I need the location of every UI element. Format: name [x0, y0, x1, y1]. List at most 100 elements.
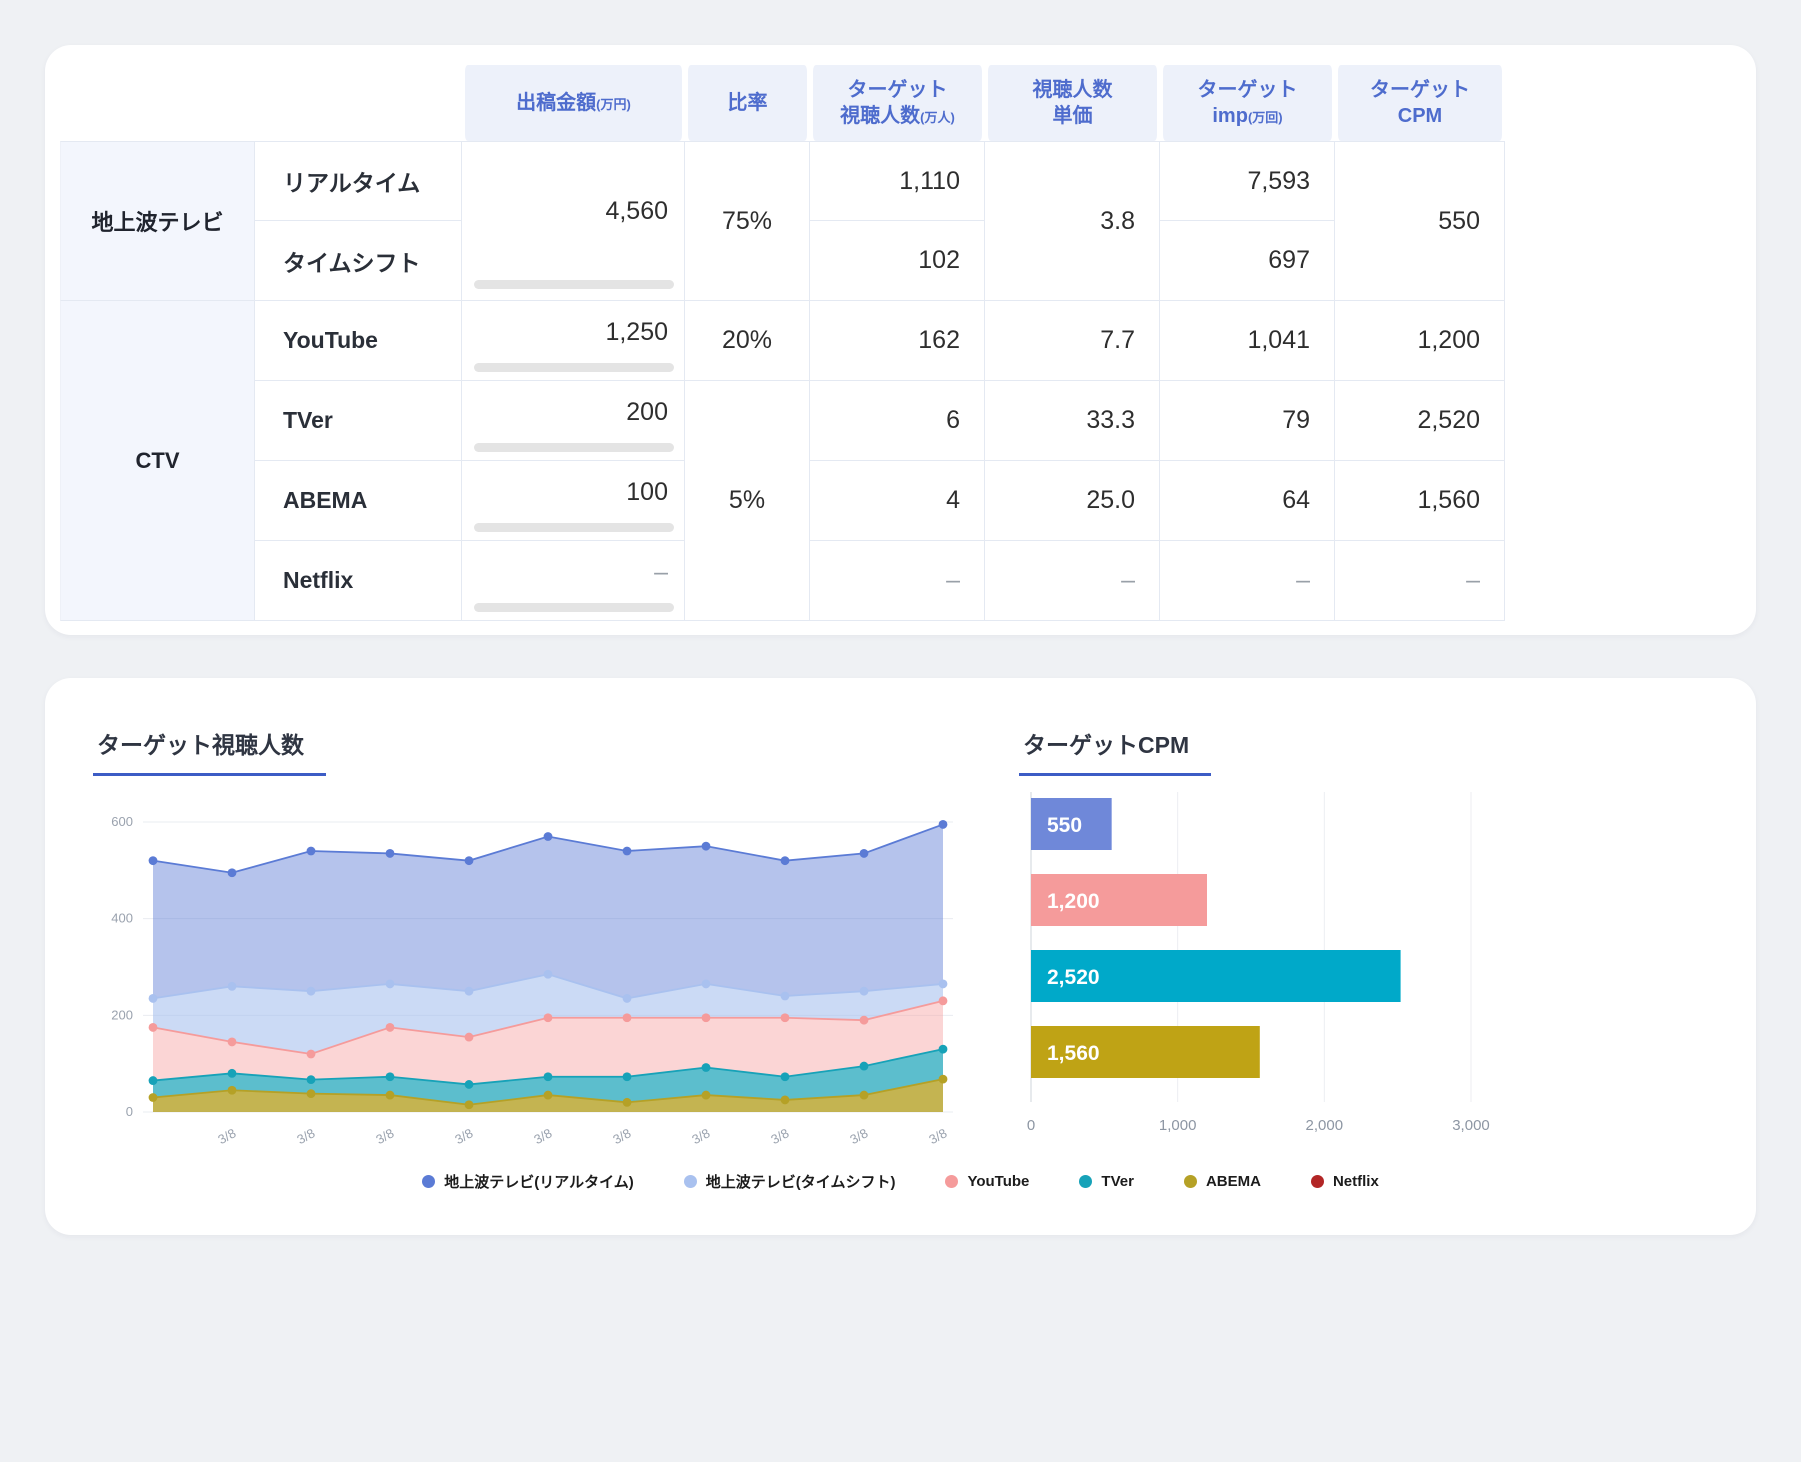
cell-ratio: 20% — [685, 301, 810, 381]
target-cpm-bar-chart[interactable]: 01,0002,0003,0005501,2002,5201,560 — [1019, 784, 1491, 1161]
cell-viewers: 6 — [810, 381, 985, 461]
col-header-target-viewers: ターゲット 視聴人数(万人) — [810, 65, 985, 141]
target-viewers-chart-column: ターゲット視聴人数 0 200 400 600 3/8 3/8 3/8 3/8 3/8 3/8 3/… — [93, 726, 963, 1161]
svg-text:200: 200 — [111, 1007, 133, 1022]
cell-viewers: 4 — [810, 461, 985, 541]
table-header-row: 出稿金額(万円) 比率 ターゲット 視聴人数(万人) 視聴人数 単価 ターゲット — [60, 65, 1505, 141]
amount-progress-track — [474, 280, 674, 289]
cell-imp: – — [1160, 541, 1335, 621]
legend-dot-icon — [1311, 1175, 1324, 1188]
area-chart-title: ターゲット視聴人数 — [97, 732, 304, 758]
svg-text:0: 0 — [1027, 1117, 1035, 1134]
row-label-timeshift: タイムシフト — [255, 221, 462, 301]
row-label-youtube: YouTube — [255, 301, 462, 381]
row-label-abema: ABEMA — [255, 461, 462, 541]
table-row: TVer 200 5% 6 33.3 79 2,520 — [60, 381, 1505, 461]
row-group-ctv: CTV — [60, 301, 255, 621]
svg-text:0: 0 — [126, 1104, 133, 1119]
charts-row: ターゲット視聴人数 0 200 400 600 3/8 3/8 3/8 3/8 3/8 3/8 3/… — [93, 726, 1708, 1161]
cell-cpm: 550 — [1335, 141, 1505, 301]
row-label-tver: TVer — [255, 381, 462, 461]
legend-dot-icon — [422, 1175, 435, 1188]
cell-cpm: – — [1335, 541, 1505, 621]
svg-text:1,200: 1,200 — [1047, 890, 1100, 913]
legend-label: ABEMA — [1206, 1173, 1261, 1190]
area-chart-title-underline: ターゲット視聴人数 — [93, 726, 326, 776]
amount-progress-track — [474, 363, 674, 372]
legend-dot-icon — [684, 1175, 697, 1188]
legend-item[interactable]: 地上波テレビ(タイムシフト) — [684, 1171, 896, 1192]
amount-cell: – — [462, 541, 685, 621]
legend-label: 地上波テレビ(リアルタイム) — [444, 1171, 634, 1192]
amount-value: 4,560 — [478, 197, 668, 226]
svg-text:3/8: 3/8 — [926, 1125, 949, 1147]
media-plan-card: 出稿金額(万円) 比率 ターゲット 視聴人数(万人) 視聴人数 単価 ターゲット — [45, 45, 1756, 635]
svg-text:3/8: 3/8 — [689, 1125, 712, 1147]
cell-cpm: 2,520 — [1335, 381, 1505, 461]
legend-dot-icon — [1184, 1175, 1197, 1188]
col-header-ratio: 比率 — [685, 65, 810, 141]
charts-card: ターゲット視聴人数 0 200 400 600 3/8 3/8 3/8 3/8 3/8 3/8 3/… — [45, 678, 1756, 1235]
svg-text:2,520: 2,520 — [1047, 966, 1100, 989]
cell-unit-price: – — [985, 541, 1160, 621]
bar-chart-title-underline: ターゲットCPM — [1019, 726, 1211, 776]
svg-text:3/8: 3/8 — [452, 1125, 475, 1147]
amount-value: 1,250 — [478, 318, 668, 347]
target-cpm-chart-column: ターゲットCPM 01,0002,0003,0005501,2002,5201,… — [1019, 726, 1491, 1161]
row-label-realtime: リアルタイム — [255, 141, 462, 221]
col-header-amount-label: 出稿金額 — [516, 92, 596, 114]
legend-label: YouTube — [967, 1173, 1029, 1190]
media-plan-table: 出稿金額(万円) 比率 ターゲット 視聴人数(万人) 視聴人数 単価 ターゲット — [60, 65, 1505, 621]
legend-item[interactable]: TVer — [1079, 1173, 1134, 1190]
legend-item[interactable]: ABEMA — [1184, 1173, 1261, 1190]
svg-text:3,000: 3,000 — [1452, 1117, 1490, 1134]
amount-value: – — [478, 558, 668, 587]
col-header-amount: 出稿金額(万円) — [462, 65, 685, 141]
amount-cell: 100 — [462, 461, 685, 541]
cell-imp: 1,041 — [1160, 301, 1335, 381]
svg-text:3/8: 3/8 — [768, 1125, 791, 1147]
cell-imp: 64 — [1160, 461, 1335, 541]
svg-text:3/8: 3/8 — [610, 1125, 633, 1147]
chart-legend: 地上波テレビ(リアルタイム) 地上波テレビ(タイムシフト) YouTube TVer A… — [93, 1171, 1708, 1192]
cell-imp: 7,593 — [1160, 141, 1335, 221]
table-row: 地上波テレビ リアルタイム 4,560 75% 1,110 3.8 7,593 … — [60, 141, 1505, 221]
legend-item[interactable]: 地上波テレビ(リアルタイム) — [422, 1171, 634, 1192]
legend-label: TVer — [1101, 1173, 1134, 1190]
svg-text:2,000: 2,000 — [1306, 1117, 1344, 1134]
col-header-amount-unit: (万円) — [596, 97, 631, 112]
cell-viewers: 162 — [810, 301, 985, 381]
target-viewers-area-chart[interactable]: 02004006003/83/83/83/83/83/83/83/83/83/8 — [93, 784, 963, 1161]
svg-text:600: 600 — [111, 814, 133, 829]
svg-text:3/8: 3/8 — [847, 1125, 870, 1147]
legend-item[interactable]: Netflix — [1311, 1173, 1379, 1190]
amount-progress-track — [474, 603, 674, 612]
amount-progress-track — [474, 443, 674, 452]
amount-value: 200 — [478, 398, 668, 427]
cell-viewers: 102 — [810, 221, 985, 301]
svg-text:3/8: 3/8 — [531, 1125, 554, 1147]
cell-unit-price: 3.8 — [985, 141, 1160, 301]
svg-text:1,560: 1,560 — [1047, 1042, 1100, 1065]
cell-unit-price: 7.7 — [985, 301, 1160, 381]
legend-dot-icon — [1079, 1175, 1092, 1188]
legend-item[interactable]: YouTube — [945, 1173, 1029, 1190]
cell-imp: 79 — [1160, 381, 1335, 461]
cell-ratio: 75% — [685, 141, 810, 301]
bar-chart-title: ターゲットCPM — [1023, 732, 1189, 758]
col-header-target-cpm: ターゲット CPM — [1335, 65, 1505, 141]
header-blank — [60, 65, 462, 141]
amount-progress-track — [474, 523, 674, 532]
cell-unit-price: 25.0 — [985, 461, 1160, 541]
cell-viewers: – — [810, 541, 985, 621]
amount-cell: 4,560 — [462, 141, 685, 301]
svg-text:400: 400 — [111, 911, 133, 926]
row-label-netflix: Netflix — [255, 541, 462, 621]
amount-cell: 1,250 — [462, 301, 685, 381]
amount-value: 100 — [478, 478, 668, 507]
svg-text:3/8: 3/8 — [294, 1125, 317, 1147]
svg-text:1,000: 1,000 — [1159, 1117, 1197, 1134]
table-row: CTV YouTube 1,250 20% 162 7.7 1,041 1,20… — [60, 301, 1505, 381]
cell-unit-price: 33.3 — [985, 381, 1160, 461]
legend-dot-icon — [945, 1175, 958, 1188]
